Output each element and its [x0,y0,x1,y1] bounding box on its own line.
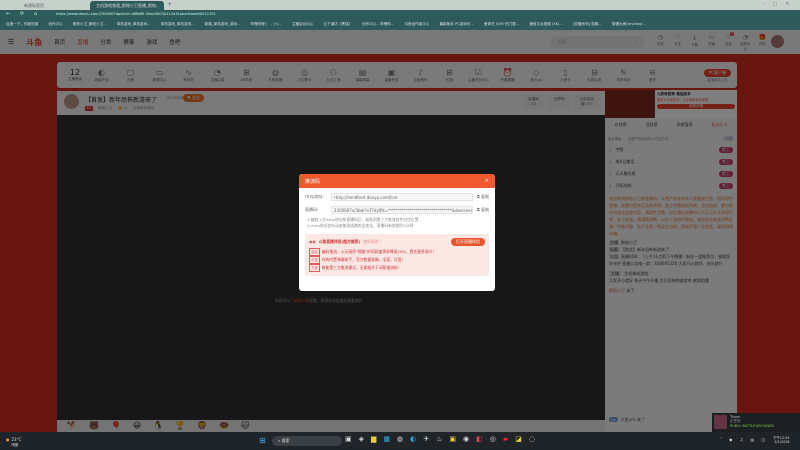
promo-line: 可靠 你的内置弹幕助手，官方数据准确，全面，可靠！ [309,256,485,264]
bookmark-item[interactable]: 新闻_单机游戏_游戏... [205,22,241,27]
bookmark-item[interactable]: 单机游戏_单机游戏... [161,22,195,27]
system-tray[interactable]: ˄ ◆ ♫ ▤ ◫ [720,437,768,442]
promo-tag: 可靠 [309,256,320,264]
promo-line: 高能 编码推流，火元画质"频路"的同网速需求降低20%，提任更多观众！ [309,248,485,256]
bookmark-item[interactable]: 主播后台中心 [292,22,314,27]
app-icon[interactable]: ▣ [449,435,456,443]
promo-line: 方便 做能第三方推流模式，无需相关于动帮推流码！ [309,264,485,272]
app-icon[interactable]: ◪ [515,435,522,443]
close-icon[interactable]: × [485,178,489,184]
companion-icon: ◉◉ [309,239,316,244]
taskbar: ● 23°C 晴朗 ⊞ ⌕ 搜索 ▣ ◈ ▆ ▦ ◍ ◐ ✈ ♨ ▣ ◉ ◧ ◎ ▰ ◪ ◌ ˄ ◆ ♫ ▤ ◫… [0,432,800,450]
copilot-icon[interactable]: ◈ [359,435,364,443]
edge-icon[interactable]: ◐ [410,435,416,443]
start-icon[interactable]: ⊞ [259,436,266,445]
window-controls[interactable]: –▢✕ [762,1,797,7]
task-view-icon[interactable]: ▣ [345,435,352,443]
app-icon[interactable]: ◧ [476,435,483,443]
app-icon[interactable]: ◎ [490,435,496,443]
rtmp-label: rtmp地址: [305,194,324,199]
bookmark-item[interactable]: 通信平台视频 (4K)... [529,22,563,27]
bookmark-item[interactable]: 爱奇艺 iQIYI·热门剧... [484,22,519,27]
store-icon[interactable]: ▦ [383,435,390,443]
bookmark-item[interactable]: 最新版本 PC游戏可... [439,22,473,27]
bookmark-item[interactable]: 百度一下，你就知道 [6,22,38,27]
app-icon[interactable]: ◉ [463,435,469,443]
copy-code-button[interactable]: ⧉ 复制 [477,207,489,213]
home-icon[interactable]: ⌂ [34,11,37,17]
bookmark-item[interactable]: 剪辑大师(revideo)... [612,22,646,27]
bookmark-item[interactable]: 抖音创作者中心 [404,22,429,27]
browser-tab[interactable]: 新建标签页 [18,1,90,10]
bookmark-item[interactable]: 斯帕小卫_斯帕小卫... [73,22,107,27]
rtmp-url-field[interactable]: rtmp://sendtnet.douyu.com/live [331,193,473,201]
file-explorer-icon[interactable]: ▆ [371,435,376,443]
open-companion-button[interactable]: 打开直播伴侣 [451,238,485,246]
bookmarks-bar: 百度一下，你就知道 创作中心 斯帕小卫_斯帕小卫... 单机游戏_单机游戏... 单机游… [0,19,800,30]
bookmark-item[interactable]: 哔哩哔哩 ( ˙-˙)つ... [250,22,281,27]
bookmark-item[interactable]: 单机游戏_单机游戏... [117,22,151,27]
taskbar-apps: ▣ ◈ ▆ ▦ ◍ ◐ ✈ ♨ ▣ ◉ ◧ ◎ ▰ ◪ ◌ [345,435,535,443]
bookmark-item[interactable]: 云下道坊《黑铭》 [323,22,352,27]
promo-text: 你的内置弹幕助手，官方数据准确，全面，可靠！ [321,257,406,262]
back-icon[interactable]: ← [6,11,10,17]
address-bar-row: ← ⟳ ⌂ https://www.douyu.com/2300007dpshe… [0,10,800,19]
bookmark-item[interactable]: 创作中心 [48,22,62,27]
clock[interactable]: 下午12:25 2/1/2026 [773,435,790,444]
companion-promo: ◉◉ 斗鱼直播伴侣(超方推荐) 使用说明 › 打开直播伴侣 高能 编码推流，火元画质"频… [305,234,489,276]
stream-code-field[interactable]: 2300007v/3bdr?vT?dyfRt=*****************… [331,206,473,214]
app-icon[interactable]: ◍ [397,435,403,443]
weather-widget[interactable]: ● 23°C 晴朗 [6,437,21,447]
dialog-title: 推流码 [305,179,321,185]
promo-text: 编码推流，火元画质"频路"的同网速需求降低20%，提任更多观众！ [321,249,437,254]
stream-key-dialog: 推流码 × rtmp地址: rtmp://sendtnet.douyu.com/li… [299,174,495,291]
promo-tag: 方便 [309,264,320,272]
bookmark-item[interactable]: [双播系列] 剪辑... [573,22,602,27]
steam-icon[interactable]: ♨ [436,435,442,443]
notif-avatar [714,415,727,429]
new-tab-button[interactable]: + [167,1,172,8]
app-icon[interactable]: ✈ [423,435,429,443]
stream-code-label: 直播码: [305,207,319,212]
taskbar-search[interactable]: ⌕ 搜索 [272,436,342,446]
promo-tag: 高能 [309,248,320,256]
obs-icon[interactable]: ◌ [529,435,535,443]
browser-tab-bar: 新建标签页 主机游戏频道_斯帕小卫直播_斯帕... + –▢✕ [0,0,800,10]
url-input[interactable]: https://www.douyu.com/2300007dpshell=4f8… [56,12,326,16]
copy-rtmp-button[interactable]: ⧉ 复制 [477,194,489,200]
browser-tab-active[interactable]: 主机游戏频道_斯帕小卫直播_斯帕... [90,1,164,10]
promo-text: 做能第三方推流模式，无需相关于动帮推流码！ [321,265,402,270]
bookmark-item[interactable]: 创作中心 - 哔哩哔... [362,22,394,27]
game-notification[interactable]: Thorn 正在玩 PUBG: BATTLEGROUNDS [712,413,800,432]
usage-link[interactable]: 使用说明 › [363,239,381,245]
tip-2: 2.rtmp地址仅在动态推流成路的全变化，直播码有效期为5分钟 [307,223,414,228]
app-icon[interactable]: ▰ [503,435,508,443]
refresh-icon[interactable]: ⟳ [20,11,24,17]
